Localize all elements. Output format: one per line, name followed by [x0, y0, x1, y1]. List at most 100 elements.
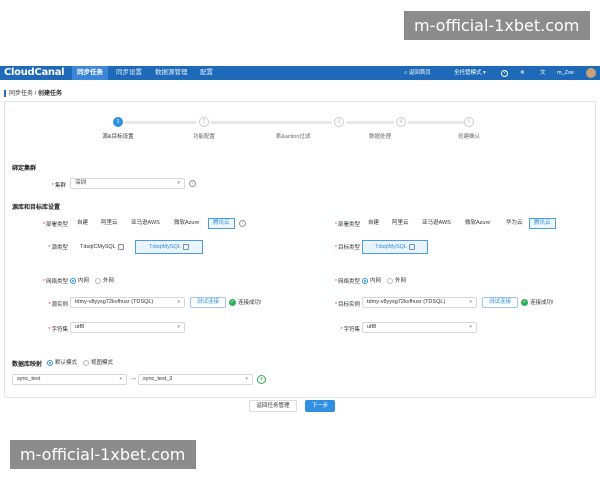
nav-sync-tasks[interactable]: 同步任务 [72, 66, 108, 80]
breadcrumb: 同步任务 / 创建任务 [4, 88, 62, 97]
check-circle-icon: ✓ [229, 299, 236, 307]
back-home-label: 返回首页 [408, 70, 431, 76]
radio-off-icon [83, 359, 89, 366]
mode-label: 全托管模式 [454, 70, 482, 76]
source-deploy-tencent[interactable]: 腾讯云 [208, 218, 235, 229]
radio-off-icon [387, 277, 393, 284]
source-inst-label: *源实例 [48, 302, 68, 308]
source-type-tdsqlcmysql[interactable]: TdsqlCMySQL [76, 240, 128, 254]
step-2-dot: 2 [199, 117, 209, 127]
source-net-intranet[interactable]: 内网 [70, 277, 89, 285]
radio-on-icon [362, 277, 368, 284]
radio-off-icon [95, 277, 101, 284]
source-charset-select[interactable]: utf8 ▾ [70, 322, 185, 333]
add-mapping-icon[interactable]: + [257, 375, 266, 384]
back-to-tasks-button[interactable]: 返回任务管理 [249, 400, 297, 412]
question-icon[interactable]: ? [239, 220, 246, 227]
next-step-button[interactable]: 下一步 [305, 400, 335, 412]
database-icon [408, 243, 415, 250]
source-db-select[interactable]: sync_test ▾ [12, 374, 127, 385]
step-1-dot: 1 [113, 117, 123, 127]
gear-icon: ✲ [520, 70, 525, 76]
check-circle-icon: ✓ [521, 299, 528, 307]
chevron-down-icon: ▾ [469, 324, 472, 330]
question-icon: ? [501, 70, 508, 77]
chevron-down-icon: ▾ [177, 324, 180, 330]
source-charset-label: *字符集 [48, 327, 68, 333]
back-home-link[interactable]: ⌂ 返回首页 [404, 66, 431, 80]
source-net-internet[interactable]: 外网 [95, 277, 114, 285]
target-deploy-aliyun[interactable]: 阿里云 [388, 218, 413, 229]
target-instance-select[interactable]: tdmy-v8yysg72kvfhusr (TDSQL) ▾ [362, 297, 477, 308]
target-type-label: *目标类型 [334, 245, 360, 251]
source-connection-status: ✓ 连接成功! [229, 299, 262, 307]
cluster-label: *集群 [51, 183, 66, 189]
nav-config[interactable]: 配置 [195, 66, 218, 80]
database-icon [117, 243, 124, 250]
step-connector [124, 121, 196, 124]
mode-dropdown[interactable]: 全托管模式 ▾ [454, 66, 486, 80]
target-test-connection-button[interactable]: 测试连接 [482, 297, 519, 308]
cluster-section-title: 绑定集群 [12, 166, 37, 172]
target-deploy-huawei[interactable]: 华为云 [502, 218, 527, 229]
cloudcanal-logo: CloudCanal [4, 67, 65, 78]
target-inst-label: *目标实例 [334, 302, 360, 308]
step-4-dot: 4 [396, 117, 406, 127]
settings-button[interactable]: ✲ [520, 66, 525, 80]
cluster-select[interactable]: 深圳 ▾ [70, 178, 185, 189]
watermark-bottom: m-official-1xbet.com [10, 440, 196, 469]
step-5-dot: 5 [464, 117, 474, 127]
target-deploy-self[interactable]: 自建 [364, 218, 383, 229]
source-deploy-aws[interactable]: 亚马逊AWS [127, 218, 164, 229]
chevron-down-icon: ▾ [469, 299, 472, 305]
target-deploy-label: *部署类型 [334, 222, 360, 228]
breadcrumb-parent[interactable]: 同步任务 [9, 91, 33, 97]
source-type-tdsqlmysql[interactable]: TdsqlMySQL [135, 240, 203, 254]
target-net-internet[interactable]: 外网 [387, 277, 406, 285]
radio-on-icon [70, 277, 76, 284]
top-navbar: CloudCanal 同步任务 同步设置 数据源管理 配置 ⌂ 返回首页 全托管… [0, 66, 600, 80]
chevron-down-icon: ▾ [245, 376, 248, 382]
help-button[interactable]: ? [501, 69, 508, 83]
avatar[interactable] [586, 68, 596, 78]
target-net-label: *网络类型 [334, 279, 360, 285]
target-db-select[interactable]: sync_test_3 ▾ [138, 374, 253, 385]
target-deploy-azure[interactable]: 微软Azure [461, 218, 494, 229]
language-button[interactable]: 文 [540, 66, 546, 80]
database-icon [182, 243, 189, 250]
source-test-connection-button[interactable]: 测试连接 [190, 297, 227, 308]
radio-on-icon [47, 359, 53, 366]
source-instance-select[interactable]: tdmy-v8yysg72kvfhusr (TDSQL) ▾ [70, 297, 185, 308]
step-3-label: 表&action过滤 [275, 134, 311, 140]
source-deploy-aliyun[interactable]: 阿里云 [97, 218, 122, 229]
mapping-default-mode[interactable]: 默认模式 [47, 359, 77, 367]
source-deploy-azure[interactable]: 微软Azure [170, 218, 203, 229]
step-3-dot: 3 [334, 117, 344, 127]
target-type-tdsqlmysql[interactable]: TdsqlMySQL [362, 240, 428, 254]
chevron-down-icon: ▾ [481, 70, 486, 76]
cluster-value: 深圳 [75, 180, 87, 186]
username[interactable]: m_Zoe [557, 66, 574, 80]
target-charset-select[interactable]: utf8 ▾ [362, 322, 477, 333]
step-2-label: 功能配置 [192, 134, 215, 140]
nav-datasource[interactable]: 数据源管理 [150, 66, 193, 80]
target-deploy-tencent[interactable]: 腾讯云 [529, 218, 556, 229]
step-5-label: 创建确认 [457, 134, 480, 140]
nav-sync-settings[interactable]: 同步设置 [111, 66, 147, 80]
target-net-intranet[interactable]: 内网 [362, 277, 381, 285]
step-connector [408, 121, 464, 124]
question-icon[interactable]: ? [189, 180, 196, 187]
step-connector [346, 121, 394, 124]
chevron-down-icon: ▾ [177, 180, 180, 186]
mapping-label: 数据库映射 [12, 362, 43, 368]
source-deploy-self[interactable]: 自建 [73, 218, 92, 229]
source-net-label: *网络类型 [42, 279, 68, 285]
mapping-view-mode[interactable]: 视图模式 [83, 359, 113, 367]
target-deploy-aws[interactable]: 亚马逊AWS [418, 218, 455, 229]
target-charset-label: *字符集 [340, 327, 360, 333]
breadcrumb-separator: / [34, 91, 37, 97]
step-connector [210, 121, 332, 124]
breadcrumb-current: 创建任务 [38, 91, 63, 97]
breadcrumb-marker [4, 89, 6, 97]
chevron-down-icon: ▾ [177, 299, 180, 305]
